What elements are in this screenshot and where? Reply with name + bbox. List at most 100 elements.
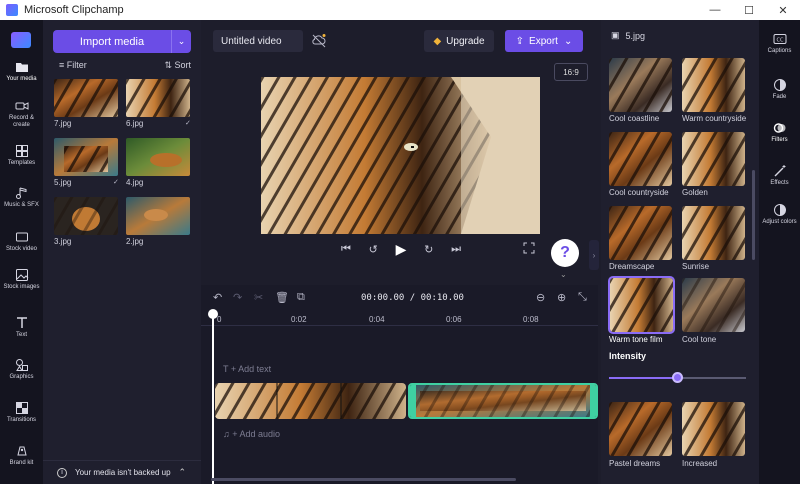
- filters-panel: ▣ 5.jpg Cool coastline Warm countryside C…: [601, 20, 759, 484]
- filter-label: Filter: [66, 60, 87, 70]
- upgrade-button[interactable]: ◆ Upgrade: [424, 30, 494, 52]
- nav-templates[interactable]: Templates: [0, 144, 43, 167]
- fit-timeline-icon[interactable]: ⤡: [578, 291, 587, 304]
- video-clip-2-selected[interactable]: [408, 383, 598, 419]
- filter-increased[interactable]: [682, 402, 745, 456]
- media-thumb-4[interactable]: [126, 138, 190, 176]
- sort-label: Sort: [174, 60, 191, 70]
- nav-graphics[interactable]: Graphics: [0, 358, 43, 381]
- nav-stock-video[interactable]: Stock video: [0, 230, 43, 253]
- trash-icon[interactable]: 🗑: [275, 291, 289, 304]
- right-nav-rail: CC Captions Fade Filters Effects Adjust …: [759, 20, 800, 484]
- media-thumb-6[interactable]: [126, 79, 190, 117]
- rnav-filters[interactable]: Filters: [759, 121, 800, 144]
- tiger-image: [54, 197, 118, 235]
- project-name-field[interactable]: Untitled video: [213, 30, 303, 52]
- sort-button[interactable]: ⇅ Sort: [164, 60, 191, 71]
- rnav-captions[interactable]: CC Captions: [759, 32, 800, 55]
- current-time: 00:00.00: [361, 293, 405, 303]
- filters-scrollbar[interactable]: [752, 170, 755, 260]
- rnav-label: Captions: [767, 48, 792, 54]
- time-separator: /: [409, 293, 416, 303]
- svg-text:CC: CC: [776, 38, 783, 44]
- rewind-5-icon[interactable]: ↺: [369, 243, 378, 256]
- nav-transitions[interactable]: Transitions: [0, 401, 43, 424]
- tiger-image: [609, 206, 672, 260]
- video-preview[interactable]: [261, 77, 540, 234]
- nav-label: Graphics: [9, 374, 34, 380]
- text-t-icon: T: [223, 364, 231, 374]
- nav-record-create[interactable]: Record & create: [0, 99, 43, 129]
- nav-stock-images[interactable]: Stock images: [0, 268, 43, 291]
- tiger-image: [126, 79, 190, 117]
- timeline-scrollbar[interactable]: [211, 478, 516, 481]
- fullscreen-icon[interactable]: [523, 242, 535, 254]
- upload-icon: ⇪: [515, 35, 525, 47]
- filter-dreamscape[interactable]: [609, 206, 672, 260]
- timeline-panel: ↶ ↷ ✂ 🗑 ⧉ ⊖ ⊕ ⤡ 00:00.00 / 00:10.00 0 0:…: [201, 285, 598, 484]
- filter-pastel-dreams[interactable]: [609, 402, 672, 456]
- ruler-tick: 0:04: [369, 315, 385, 324]
- selected-media-name: 5.jpg: [625, 30, 646, 41]
- rnav-label: Adjust colors: [762, 219, 797, 225]
- cloud-off-icon[interactable]: [311, 33, 327, 49]
- add-text-track[interactable]: T + Add text: [223, 364, 271, 374]
- aspect-ratio-button[interactable]: 16:9: [554, 63, 588, 81]
- filter-cool-coastline[interactable]: [609, 58, 672, 112]
- media-thumb-3[interactable]: [54, 197, 118, 235]
- media-thumb-7[interactable]: [54, 79, 118, 117]
- chevron-down-icon[interactable]: ⌄: [560, 270, 567, 279]
- help-button[interactable]: ?: [551, 239, 579, 267]
- tiger-image: [609, 402, 672, 456]
- tiger-image: [126, 197, 190, 235]
- backup-warning-bar[interactable]: i Your media isn't backed up ⌃: [43, 460, 201, 484]
- nav-label: Templates: [7, 160, 36, 166]
- redo-icon[interactable]: ↷: [233, 291, 242, 304]
- forward-5-icon[interactable]: ↻: [424, 243, 433, 256]
- add-clip-icon[interactable]: ⧉: [297, 291, 305, 304]
- filter-cool-countryside[interactable]: [609, 132, 672, 186]
- zoom-in-icon[interactable]: ⊕: [557, 291, 566, 304]
- rnav-label: Filters: [771, 137, 788, 143]
- nav-music-sfx[interactable]: Music & SFX: [0, 186, 43, 209]
- filter-warm-tone-film-selected[interactable]: [608, 276, 675, 334]
- filter-warm-countryside[interactable]: [682, 58, 745, 112]
- close-button[interactable]: ✕: [766, 0, 800, 20]
- rnav-adjust-colors[interactable]: Adjust colors: [759, 203, 800, 226]
- export-button[interactable]: ⇪ Export ⌄: [505, 30, 583, 52]
- zoom-out-icon[interactable]: ⊖: [536, 291, 545, 304]
- collapse-properties-handle[interactable]: ›: [589, 240, 599, 270]
- import-media-button[interactable]: Import media ⌄: [53, 30, 191, 53]
- media-thumb-5[interactable]: [54, 138, 118, 176]
- rnav-label: Effects: [770, 180, 789, 186]
- nav-text[interactable]: Text: [0, 316, 43, 339]
- maximize-button[interactable]: ☐: [732, 0, 766, 20]
- import-dropdown-chevron-icon[interactable]: ⌄: [171, 30, 191, 53]
- filters-icon: [773, 123, 785, 133]
- video-clip-1[interactable]: [215, 383, 406, 419]
- undo-icon[interactable]: ↶: [213, 291, 222, 304]
- nav-your-media[interactable]: Your media: [0, 60, 43, 83]
- timeline-ruler[interactable]: 0 0:02 0:04 0:06 0:08: [201, 310, 598, 326]
- chevron-up-icon[interactable]: ⌃: [179, 467, 187, 478]
- rnav-effects[interactable]: Effects: [759, 164, 800, 187]
- rnav-fade[interactable]: Fade: [759, 78, 800, 101]
- nav-brand-kit[interactable]: Brand kit: [0, 444, 43, 467]
- filter-sunrise[interactable]: [682, 206, 745, 260]
- minimize-button[interactable]: —: [698, 0, 732, 20]
- ruler-tick: 0:06: [446, 315, 462, 324]
- filter-button[interactable]: ≡ Filter: [59, 60, 87, 71]
- playhead[interactable]: [212, 311, 214, 484]
- filter-cool-tone[interactable]: [682, 278, 745, 332]
- skip-back-icon[interactable]: ⏮: [341, 243, 351, 256]
- add-audio-track[interactable]: ♫ + Add audio: [223, 429, 280, 439]
- media-thumb-2[interactable]: [126, 197, 190, 235]
- captions-cc-icon: CC: [773, 34, 786, 44]
- play-icon[interactable]: ▶: [396, 241, 407, 258]
- filter-golden[interactable]: [682, 132, 745, 186]
- tiger-image: [682, 132, 745, 186]
- nav-label: Transitions: [6, 417, 37, 423]
- skip-forward-icon[interactable]: ⏭: [451, 243, 461, 256]
- intensity-slider-thumb[interactable]: [672, 372, 683, 383]
- scissors-icon[interactable]: ✂: [254, 291, 263, 304]
